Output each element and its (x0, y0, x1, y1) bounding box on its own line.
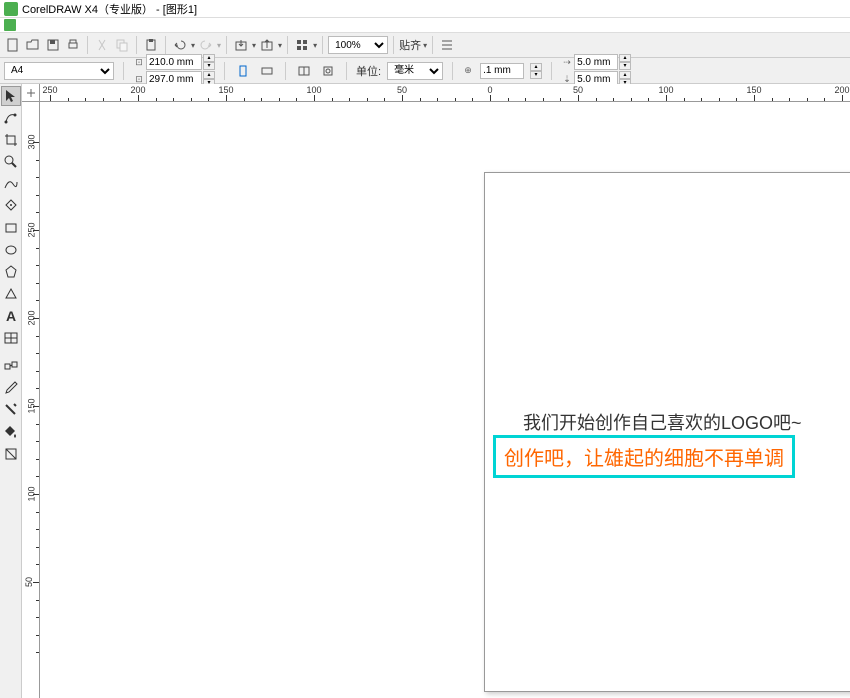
doc-icon[interactable] (4, 19, 16, 31)
units-label: 单位: (356, 63, 381, 79)
cut-button[interactable] (93, 36, 111, 54)
canvas-text-2[interactable]: 创作吧，让雄起的细胞不再单调 (493, 435, 795, 478)
spinner-up[interactable]: ▴ (619, 71, 631, 79)
duplicate-offset: ⇢ ▴▾ ⇣ ▴▾ (561, 54, 631, 87)
spinner-up[interactable]: ▴ (619, 54, 631, 62)
interactive-fill-tool[interactable] (1, 444, 21, 464)
spinner-down[interactable]: ▾ (203, 62, 215, 70)
menubar (0, 18, 850, 32)
ruler-corner[interactable] (22, 84, 40, 102)
dup-x-input[interactable] (574, 54, 618, 70)
new-button[interactable] (4, 36, 22, 54)
canvas-wrapper: 25020015010050050100150200 3002502001501… (22, 84, 850, 698)
width-icon: ⊡ (133, 56, 145, 68)
paste-button[interactable] (142, 36, 160, 54)
titlebar: CorelDRAW X4（专业版） - [图形1] (0, 0, 850, 18)
text-tool[interactable]: A (1, 306, 21, 326)
print-button[interactable] (64, 36, 82, 54)
svg-text:A: A (6, 308, 16, 324)
standard-toolbar: ▾ ▾ ▾ ▾ ▾ 100% 贴齐 ▾ (0, 32, 850, 58)
zoom-dropdown[interactable]: 100% (328, 36, 388, 54)
import-button[interactable] (232, 36, 250, 54)
paper-size-dropdown[interactable]: A4 (4, 62, 114, 80)
spinner-down[interactable]: ▾ (619, 62, 631, 70)
open-button[interactable] (24, 36, 42, 54)
nudge-icon: ⊕ (462, 65, 474, 77)
property-bar: A4 ⊡ ▴▾ ⊡ ▴▾ 单位: 毫米 ⊕ ▴▾ ⇢ ▴▾ ⇣ ▴▾ (0, 58, 850, 84)
eyedropper-tool[interactable] (1, 378, 21, 398)
page-settings-button[interactable] (319, 62, 337, 80)
toolbox: A (0, 84, 22, 698)
zoom-tool[interactable] (1, 152, 21, 172)
main-area: A 25020015010050050100150200 30025020015… (0, 84, 850, 698)
ellipse-tool[interactable] (1, 240, 21, 260)
shape-tool[interactable] (1, 108, 21, 128)
copy-button[interactable] (113, 36, 131, 54)
landscape-button[interactable] (258, 62, 276, 80)
spinner-up[interactable]: ▴ (203, 54, 215, 62)
outline-tool[interactable] (1, 400, 21, 420)
page: 我们开始创作自己喜欢的LOGO吧~ 创作吧，让雄起的细胞不再单调 (484, 172, 850, 692)
canvas-text-1[interactable]: 我们开始创作自己喜欢的LOGO吧~ (523, 409, 802, 435)
app-icon (4, 2, 18, 16)
redo-button[interactable] (197, 36, 215, 54)
smart-fill-tool[interactable] (1, 196, 21, 216)
titlebar-text: CorelDRAW X4（专业版） - [图形1] (22, 1, 197, 17)
basic-shapes-tool[interactable] (1, 284, 21, 304)
spinner-up[interactable]: ▴ (203, 71, 215, 79)
app-launcher-button[interactable] (293, 36, 311, 54)
save-button[interactable] (44, 36, 62, 54)
snap-label: 贴齐 (399, 37, 421, 53)
dup-x-icon: ⇢ (561, 56, 573, 68)
canvas[interactable]: 我们开始创作自己喜欢的LOGO吧~ 创作吧，让雄起的细胞不再单调 (40, 102, 850, 698)
page-width-input[interactable] (146, 54, 202, 70)
nudge-input[interactable] (480, 63, 524, 79)
portrait-button[interactable] (234, 62, 252, 80)
blend-tool[interactable] (1, 356, 21, 376)
pick-tool[interactable] (1, 86, 21, 106)
options-button[interactable] (438, 36, 456, 54)
page-sizes-button[interactable] (295, 62, 313, 80)
undo-button[interactable] (171, 36, 189, 54)
freehand-tool[interactable] (1, 174, 21, 194)
horizontal-ruler[interactable]: 25020015010050050100150200 (40, 84, 850, 102)
fill-tool[interactable] (1, 422, 21, 442)
units-dropdown[interactable]: 毫米 (387, 62, 443, 80)
table-tool[interactable] (1, 328, 21, 348)
rectangle-tool[interactable] (1, 218, 21, 238)
export-button[interactable] (258, 36, 276, 54)
polygon-tool[interactable] (1, 262, 21, 282)
page-dimensions: ⊡ ▴▾ ⊡ ▴▾ (133, 54, 215, 87)
spinner-up[interactable]: ▴ (530, 63, 542, 71)
spinner-down[interactable]: ▾ (530, 71, 542, 79)
vertical-ruler[interactable]: 30025020015010050 (22, 102, 40, 698)
crop-tool[interactable] (1, 130, 21, 150)
